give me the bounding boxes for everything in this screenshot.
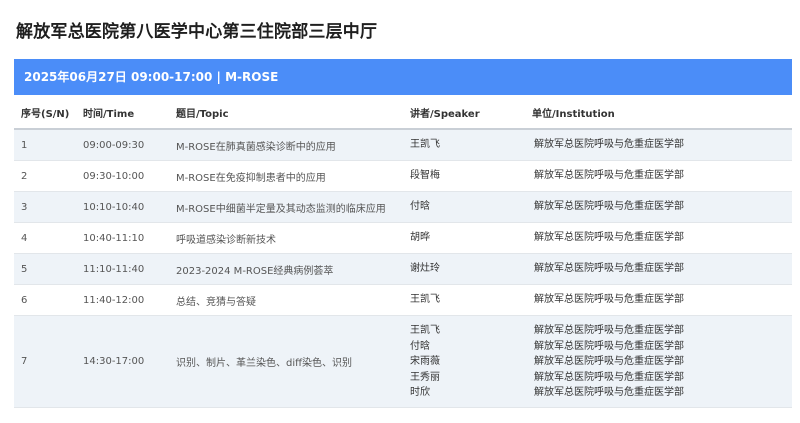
column-header-time: 时间/Time xyxy=(76,97,169,130)
speaker-name: 段智梅 xyxy=(410,170,440,182)
cell-speaker: 段智梅 xyxy=(403,160,525,192)
speaker-name: 时欣 xyxy=(410,387,430,398)
institution-name: 解放军总医院呼吸与危重症医学部 xyxy=(534,371,684,383)
speaker-name: 付晗 xyxy=(410,201,430,213)
institution-name: 解放军总医院呼吸与危重症医学部 xyxy=(534,356,684,367)
cell-topic: 识别、制片、革兰染色、diff染色、识别 xyxy=(169,315,403,408)
table-row: 3 10:10-10:40 M-ROSE中细菌半定量及其动态监测的临床应用 付晗… xyxy=(14,191,792,223)
institution-name: 解放军总医院呼吸与危重症医学部 xyxy=(534,340,684,352)
cell-topic: 呼吸道感染诊断新技术 xyxy=(169,222,403,254)
schedule-table: 序号(S/N) 时间/Time 题目/Topic 讲者/Speaker 单位/I… xyxy=(14,97,792,408)
cell-institution: 解放军总医院呼吸与危重症医学部 解放军总医院呼吸与危重症医学部 解放军总医院呼吸… xyxy=(525,315,792,408)
cell-sn: 2 xyxy=(14,160,76,192)
table-row: 5 11:10-11:40 2023-2024 M-ROSE经典病例荟萃 谢灶玲… xyxy=(14,253,792,285)
cell-time: 11:40-12:00 xyxy=(76,284,169,316)
speaker-name: 宋雨薇 xyxy=(410,356,440,367)
table-row: 1 09:00-09:30 M-ROSE在肺真菌感染诊断中的应用 王凯飞 解放军… xyxy=(14,129,792,161)
cell-speaker: 付晗 xyxy=(403,191,525,223)
speaker-name: 谢灶玲 xyxy=(410,263,440,275)
schedule-body: 1 09:00-09:30 M-ROSE在肺真菌感染诊断中的应用 王凯飞 解放军… xyxy=(14,129,792,408)
cell-speaker: 王凯飞 付晗 宋雨薇 王秀丽 时欣 xyxy=(403,315,525,408)
speaker-name: 王凯飞 xyxy=(410,294,440,306)
cell-institution: 解放军总医院呼吸与危重症医学部 xyxy=(525,129,792,161)
column-header-speaker: 讲者/Speaker xyxy=(403,97,525,130)
table-row: 6 11:40-12:00 总结、竞猜与答疑 王凯飞 解放军总医院呼吸与危重症医… xyxy=(14,284,792,316)
institution-name: 解放军总医院呼吸与危重症医学部 xyxy=(534,139,684,151)
cell-topic: 总结、竞猜与答疑 xyxy=(169,284,403,316)
institution-name: 解放军总医院呼吸与危重症医学部 xyxy=(534,170,684,182)
cell-sn: 4 xyxy=(14,222,76,254)
column-header-topic: 题目/Topic xyxy=(169,97,403,130)
column-header-sn: 序号(S/N) xyxy=(14,97,76,130)
cell-sn: 3 xyxy=(14,191,76,223)
institution-name: 解放军总医院呼吸与危重症医学部 xyxy=(534,387,684,398)
cell-institution: 解放军总医院呼吸与危重症医学部 xyxy=(525,191,792,223)
cell-sn: 7 xyxy=(14,315,76,408)
cell-time: 10:10-10:40 xyxy=(76,191,169,223)
cell-time: 14:30-17:00 xyxy=(76,315,169,408)
session-banner: 2025年06月27日 09:00-17:00 | M-ROSE xyxy=(14,59,792,95)
institution-name: 解放军总医院呼吸与危重症医学部 xyxy=(534,232,684,244)
speaker-name: 胡晔 xyxy=(410,232,430,244)
cell-time: 09:30-10:00 xyxy=(76,160,169,192)
cell-institution: 解放军总医院呼吸与危重症医学部 xyxy=(525,284,792,316)
column-header-institution: 单位/Institution xyxy=(525,97,792,130)
table-row: 4 10:40-11:10 呼吸道感染诊断新技术 胡晔 解放军总医院呼吸与危重症… xyxy=(14,222,792,254)
speaker-name: 付晗 xyxy=(410,340,430,352)
cell-topic: 2023-2024 M-ROSE经典病例荟萃 xyxy=(169,253,403,285)
cell-sn: 1 xyxy=(14,129,76,161)
cell-institution: 解放军总医院呼吸与危重症医学部 xyxy=(525,222,792,254)
cell-institution: 解放军总医院呼吸与危重症医学部 xyxy=(525,160,792,192)
table-header-row: 序号(S/N) 时间/Time 题目/Topic 讲者/Speaker 单位/I… xyxy=(14,97,792,130)
cell-sn: 5 xyxy=(14,253,76,285)
speaker-name: 王凯飞 xyxy=(410,139,440,151)
institution-name: 解放军总医院呼吸与危重症医学部 xyxy=(534,325,684,336)
cell-time: 09:00-09:30 xyxy=(76,129,169,161)
cell-topic: M-ROSE中细菌半定量及其动态监测的临床应用 xyxy=(169,191,403,223)
cell-speaker: 胡晔 xyxy=(403,222,525,254)
table-row: 2 09:30-10:00 M-ROSE在免疫抑制患者中的应用 段智梅 解放军总… xyxy=(14,160,792,192)
cell-time: 11:10-11:40 xyxy=(76,253,169,285)
institution-name: 解放军总医院呼吸与危重症医学部 xyxy=(534,294,684,306)
institution-name: 解放军总医院呼吸与危重症医学部 xyxy=(534,201,684,213)
cell-topic: M-ROSE在免疫抑制患者中的应用 xyxy=(169,160,403,192)
cell-time: 10:40-11:10 xyxy=(76,222,169,254)
institution-name: 解放军总医院呼吸与危重症医学部 xyxy=(534,263,684,275)
speaker-name: 王凯飞 xyxy=(410,325,440,336)
table-row: 7 14:30-17:00 识别、制片、革兰染色、diff染色、识别 王凯飞 付… xyxy=(14,315,792,408)
cell-institution: 解放军总医院呼吸与危重症医学部 xyxy=(525,253,792,285)
page-title: 解放军总医院第八医学中心第三住院部三层中厅 xyxy=(16,22,378,42)
cell-topic: M-ROSE在肺真菌感染诊断中的应用 xyxy=(169,129,403,161)
cell-speaker: 谢灶玲 xyxy=(403,253,525,285)
speaker-name: 王秀丽 xyxy=(410,371,440,383)
cell-sn: 6 xyxy=(14,284,76,316)
cell-speaker: 王凯飞 xyxy=(403,284,525,316)
cell-speaker: 王凯飞 xyxy=(403,129,525,161)
